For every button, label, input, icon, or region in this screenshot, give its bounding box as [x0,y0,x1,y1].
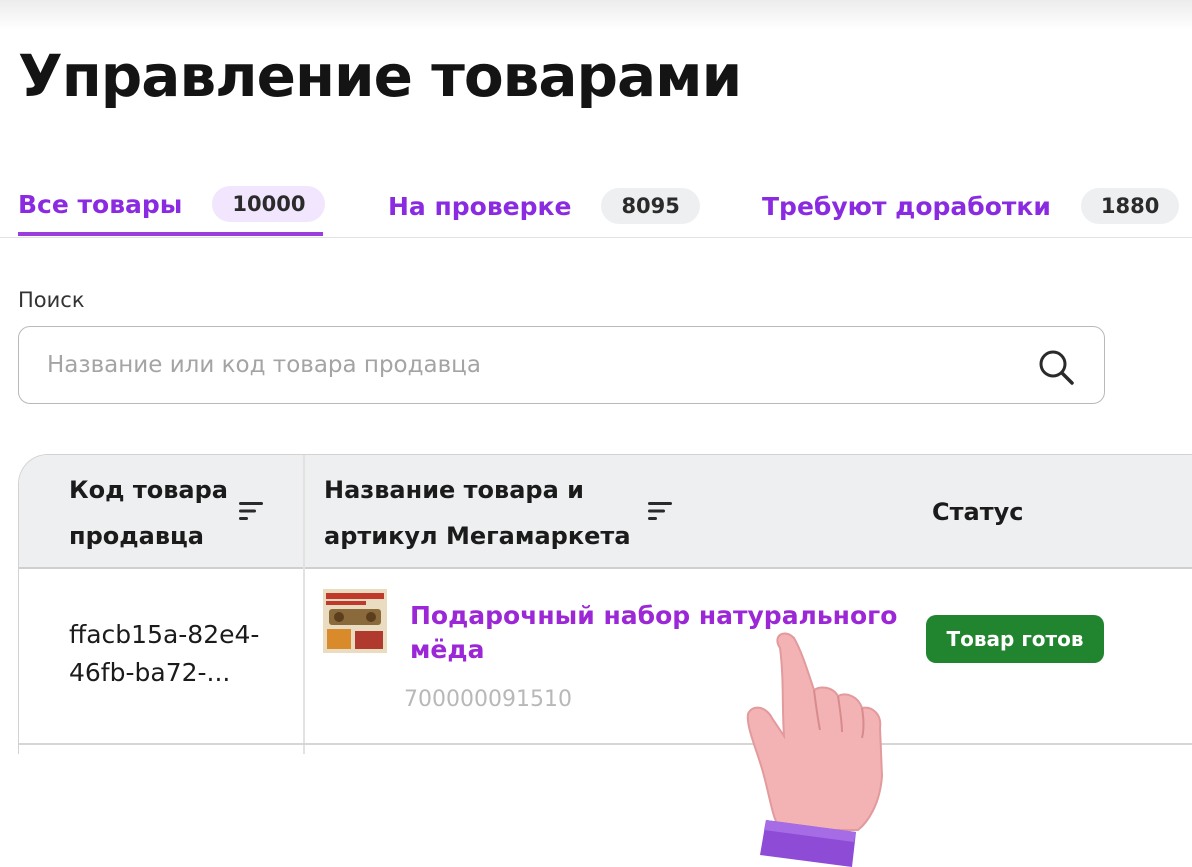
column-divider [303,455,305,754]
tab-all-products[interactable]: Все товары 10000 [18,176,326,236]
sort-icon[interactable] [648,501,674,521]
tab-count-badge: 8095 [601,188,700,224]
sort-icon[interactable] [239,501,265,521]
product-sku: 700000091510 [404,687,572,712]
tab-count-badge: 10000 [212,186,326,222]
column-header-code: Код товара продавца [69,476,228,550]
tab-label: На проверке [388,191,572,221]
pointing-hand-icon [746,632,884,867]
product-code-cell: ffacb15a-82e4-46fb-ba72-... [69,620,260,687]
product-thumbnail[interactable] [323,589,387,653]
products-table: Код товара продавца Название товара и ар… [18,454,1192,754]
tab-count-badge: 1880 [1080,188,1180,224]
top-shadow [0,0,1192,30]
column-header-status: Статус [932,498,1024,526]
search-field[interactable] [18,326,1105,404]
search-label: Поиск [18,288,85,312]
tab-on-review[interactable]: На проверке 8095 [388,176,700,236]
search-icon[interactable] [1036,347,1076,387]
row-divider [19,743,1192,745]
status-badge: Товар готов [926,615,1104,663]
page-title: Управление товарами [18,42,742,110]
tab-label: Все товары [18,189,183,219]
product-image [323,589,387,653]
tabs-bar: Все товары 10000 На проверке 8095 Требую… [0,176,1192,238]
tab-needs-rework[interactable]: Требуют доработки 1880 [762,176,1180,236]
search-input[interactable] [45,351,1009,379]
column-header-name: Название товара и артикул Мегамаркета [324,476,631,550]
tab-label: Требуют доработки [762,191,1051,221]
